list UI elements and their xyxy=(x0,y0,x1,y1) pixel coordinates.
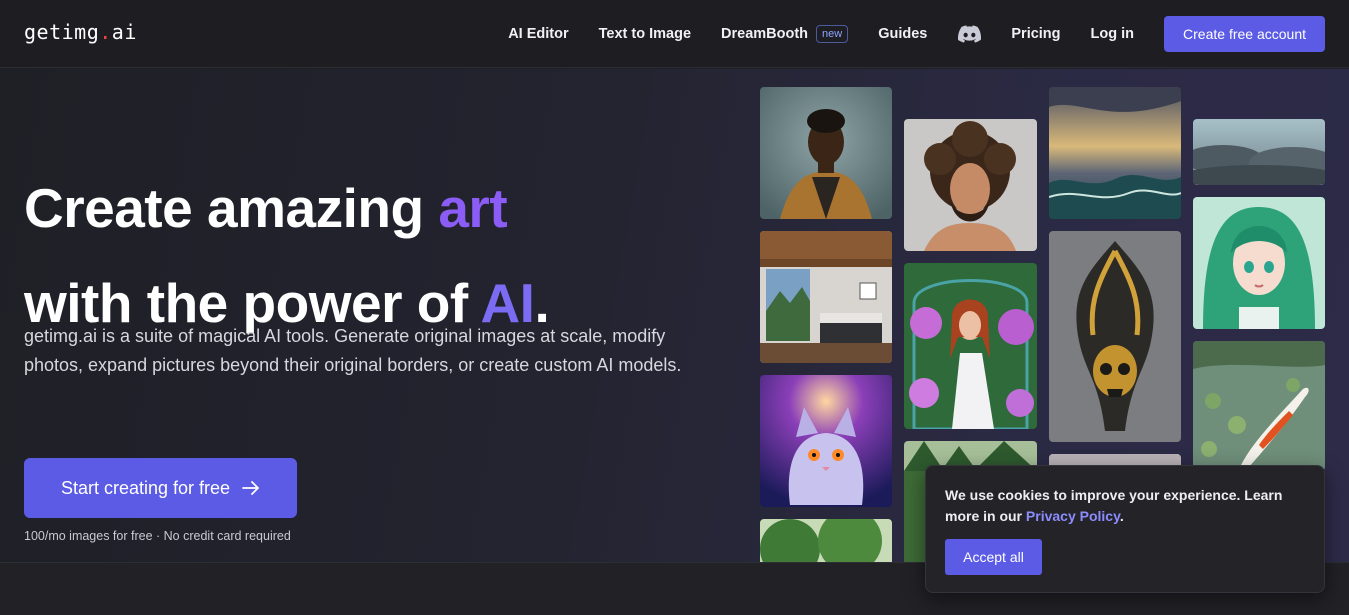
nav-link-ai-editor[interactable]: AI Editor xyxy=(508,26,568,42)
nav-link-login[interactable]: Log in xyxy=(1091,26,1135,42)
gallery-image-curly-man xyxy=(904,119,1037,251)
headline-highlight-art: art xyxy=(438,177,508,239)
gallery-image-bedroom xyxy=(760,231,892,363)
hero-description: getimg.ai is a suite of magical AI tools… xyxy=(24,326,682,375)
nav-link-pricing[interactable]: Pricing xyxy=(1011,26,1060,42)
gallery-image-koi-pond xyxy=(1193,341,1325,471)
gallery-image-cat xyxy=(760,375,892,507)
discord-icon[interactable] xyxy=(957,25,981,43)
start-creating-button[interactable]: Start creating for free xyxy=(24,458,297,518)
accept-all-button[interactable]: Accept all xyxy=(945,539,1042,575)
cookie-banner: We use cookies to improve your experienc… xyxy=(925,465,1325,593)
gallery-image-flower-goddess xyxy=(904,263,1037,429)
new-badge: new xyxy=(816,25,849,43)
start-creating-label: Start creating for free xyxy=(60,477,231,498)
headline-line1-a: Create amazing xyxy=(24,177,439,239)
nav-link-guides[interactable]: Guides xyxy=(878,26,927,42)
logo-dot: . xyxy=(99,20,112,44)
privacy-policy-link[interactable]: Privacy Policy xyxy=(1026,508,1120,524)
nav-links: AI Editor Text to Image DreamBooth new G… xyxy=(508,16,1325,52)
logo-main: getimg xyxy=(24,20,100,44)
gallery-image-stormy-sea xyxy=(1049,87,1181,219)
logo[interactable]: getimg. ai xyxy=(24,20,137,44)
nav-link-text-to-image[interactable]: Text to Image xyxy=(599,26,691,42)
nav-link-dreambooth-label: DreamBooth xyxy=(721,26,809,42)
cookie-text: We use cookies to improve your experienc… xyxy=(945,485,1305,527)
gallery-image-anime-girl xyxy=(1193,197,1325,329)
arrow-right-icon xyxy=(242,481,260,495)
gallery-image-garden xyxy=(760,519,892,562)
hero-note: 100/mo images for free · No credit card … xyxy=(24,529,291,543)
gallery-image-portrait-man xyxy=(760,87,892,219)
cookie-text-after: . xyxy=(1119,508,1124,524)
create-account-button[interactable]: Create free account xyxy=(1164,16,1325,52)
gallery-image-golden-skull xyxy=(1049,231,1181,442)
nav-link-dreambooth[interactable]: DreamBooth new xyxy=(721,25,849,43)
gallery-image-clouds xyxy=(1193,119,1325,185)
logo-suffix: ai xyxy=(111,20,137,44)
top-nav: getimg. ai AI Editor Text to Image DreamB… xyxy=(0,0,1349,68)
